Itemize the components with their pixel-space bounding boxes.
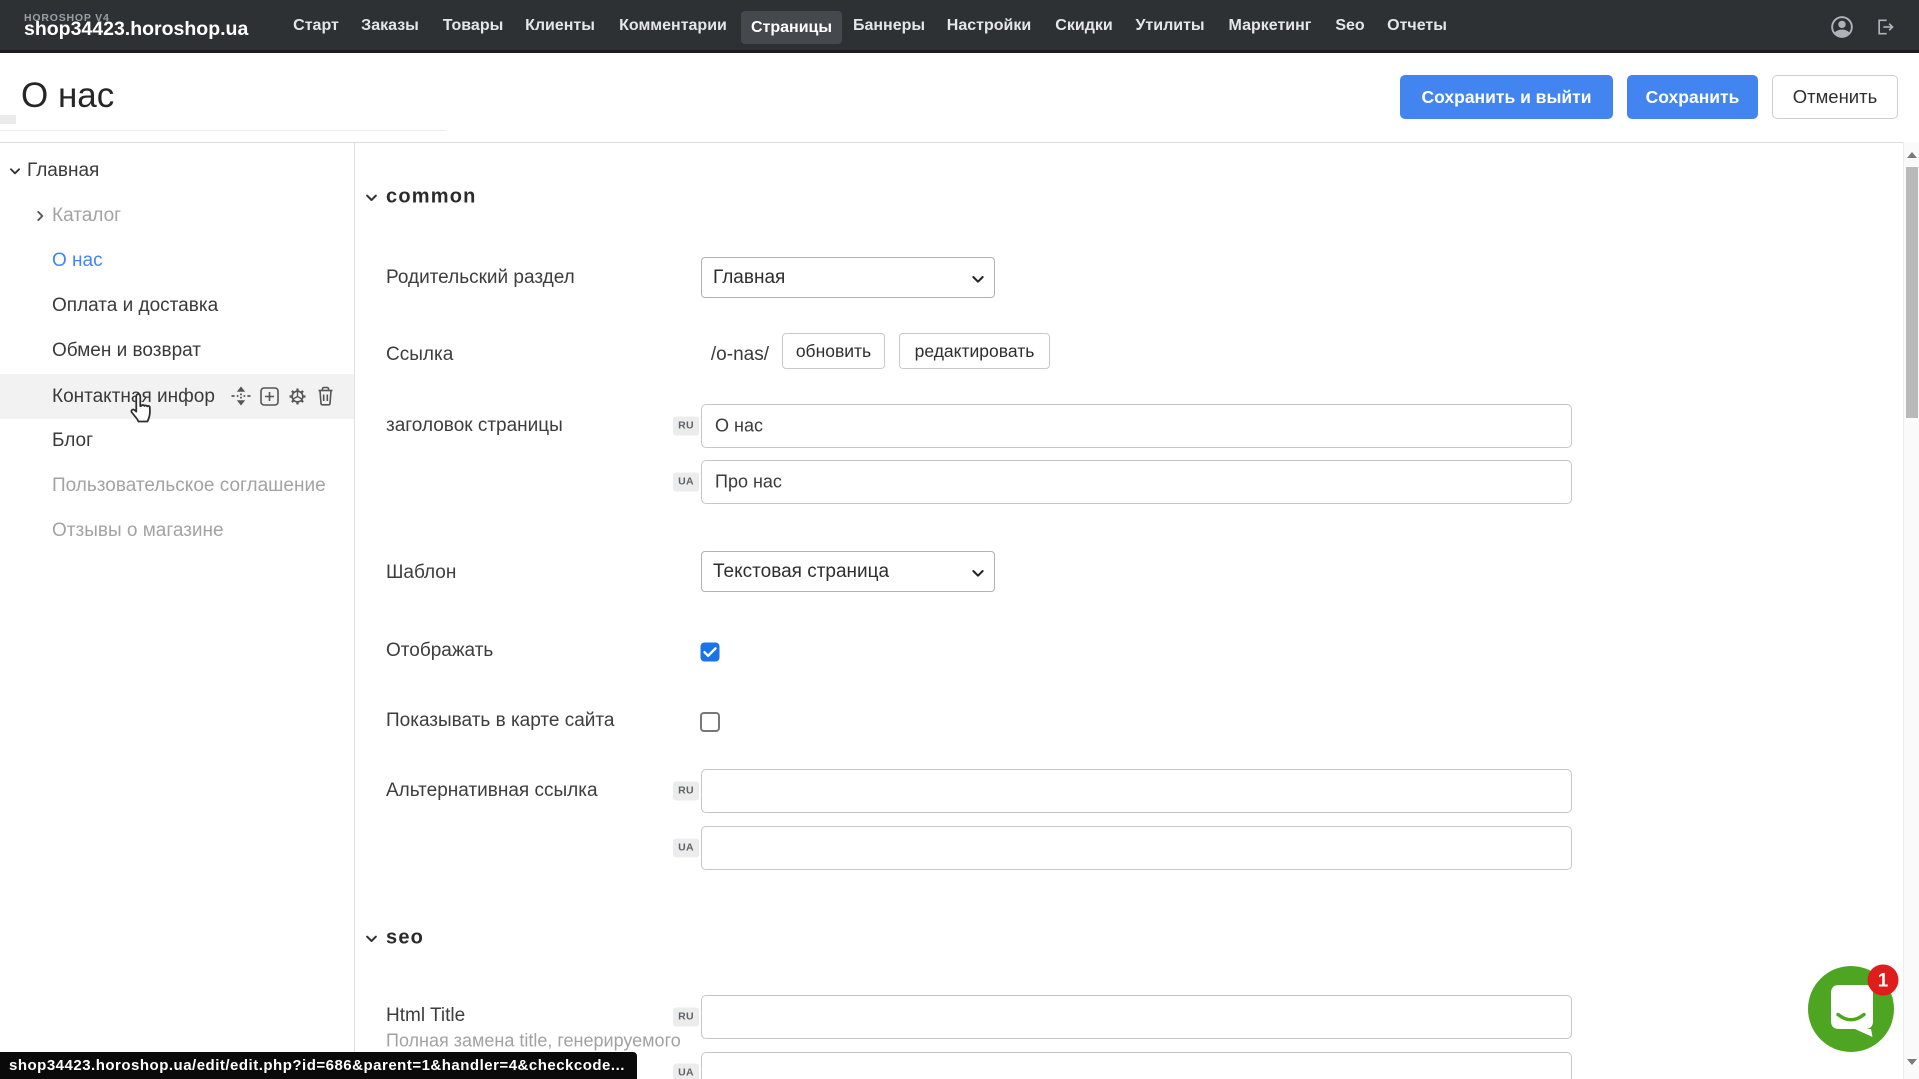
svg-text:1: 1: [1878, 971, 1889, 992]
